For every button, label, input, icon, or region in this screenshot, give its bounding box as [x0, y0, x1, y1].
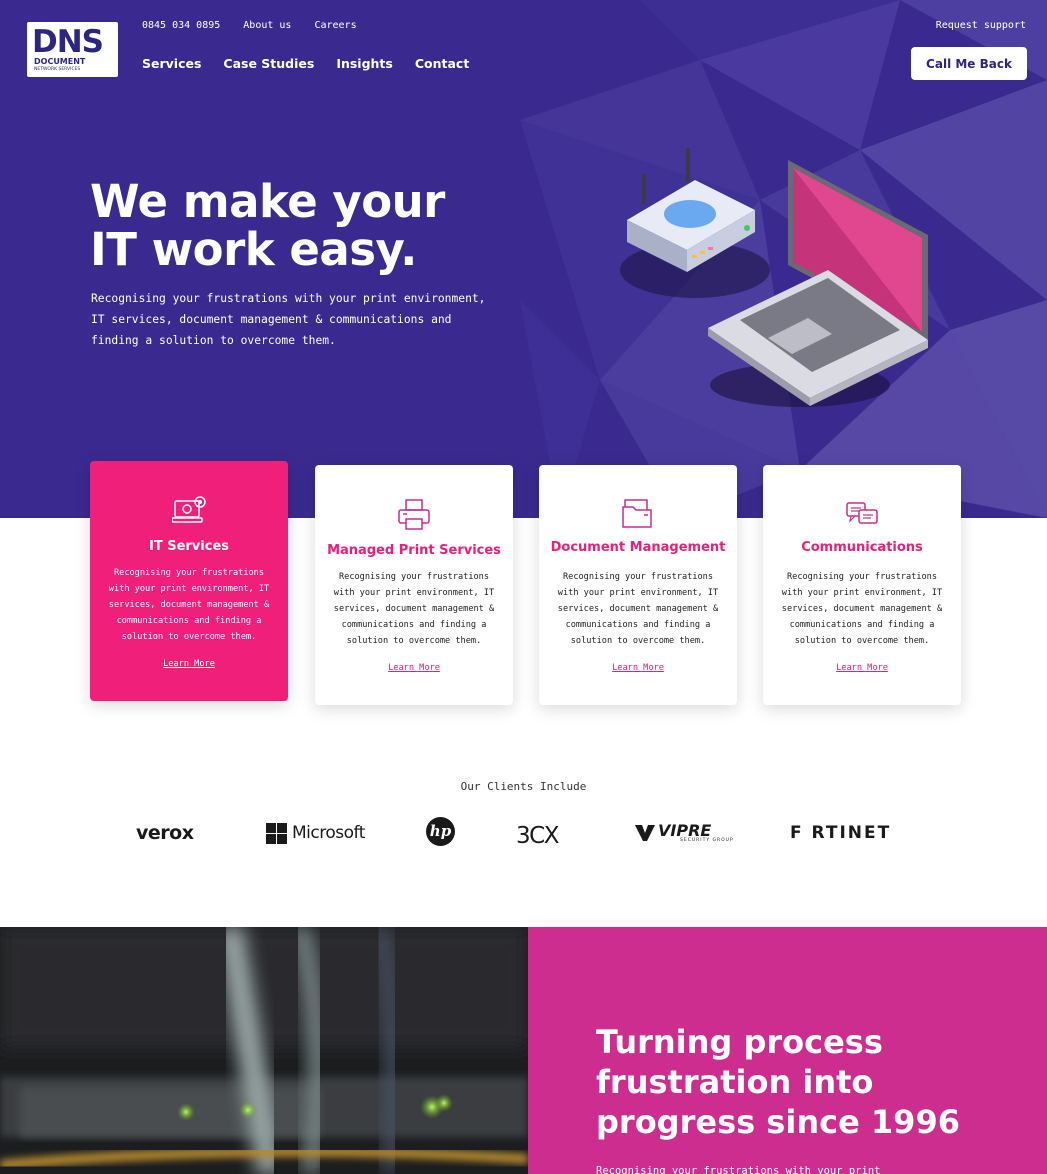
hero-text-line-3: finding a solution to overcome them.	[91, 334, 336, 347]
card-text-line: Recognising your frustrations	[338, 572, 490, 582]
3cx-logo: 3CX	[516, 821, 559, 851]
main-nav: Services Case Studies Insights Contact	[142, 56, 469, 71]
fortinet-logo: F RTINET	[790, 818, 891, 848]
call-me-back-button[interactable]: Call Me Back	[911, 47, 1027, 80]
printer-icon	[398, 499, 430, 530]
about-link[interactable]: About us	[243, 20, 291, 31]
learn-more-link[interactable]: Learn More	[315, 663, 513, 673]
service-card-document-management[interactable]: Document Management Recognising your fru…	[539, 465, 737, 705]
card-description: Recognising your frustrations with your …	[779, 569, 945, 649]
card-text-line: solution to overcome them.	[794, 636, 930, 646]
logo-line-document: DOCUMENT	[34, 57, 86, 66]
laptop-gear-icon	[172, 496, 206, 523]
microsoft-logo: Microsoft	[266, 818, 365, 848]
hero-description: Recognising your frustrations with your …	[91, 288, 511, 351]
card-text-line: solution to overcome them.	[121, 632, 257, 642]
hp-circle: hp	[426, 816, 455, 846]
learn-more-link[interactable]: Learn More	[90, 659, 288, 669]
hp-wordmark: hp	[429, 822, 452, 840]
hero-text-line-1: Recognising your frustrations with your …	[91, 292, 486, 305]
phone-link[interactable]: 0845 034 0895	[142, 20, 220, 31]
card-text-line: Recognising your frustrations	[562, 572, 714, 582]
card-text-line: solution to overcome them.	[570, 636, 706, 646]
xerox-wordmark: verox	[136, 822, 194, 844]
blurred-network-image	[0, 927, 528, 1174]
card-title: Communications	[801, 540, 923, 555]
card-text-line: with your print environment, IT	[108, 584, 270, 594]
service-card-managed-print[interactable]: Managed Print Services Recognising your …	[315, 465, 513, 705]
nav-insights[interactable]: Insights	[336, 56, 393, 71]
vipre-subline: SECURITY GROUP	[680, 837, 734, 843]
hero-section: DNS DOCUMENT NETWORK SERVICES 0845 034 0…	[0, 0, 1047, 518]
nav-case-studies[interactable]: Case Studies	[223, 56, 314, 71]
card-text-line: communications and finding a	[341, 620, 487, 630]
card-title: IT Services	[148, 539, 229, 554]
card-text-line: Recognising your frustrations	[113, 568, 265, 578]
card-text-line: services, document management &	[781, 604, 943, 614]
learn-more-link[interactable]: Learn More	[539, 663, 737, 673]
careers-link[interactable]: Careers	[314, 20, 356, 31]
service-card-communications[interactable]: Communications Recognising your frustrat…	[763, 465, 961, 705]
chat-bubbles-icon	[846, 502, 878, 524]
logo-line-network: NETWORK SERVICES	[34, 67, 81, 72]
nav-services[interactable]: Services	[142, 56, 201, 71]
card-text-line: services, document management &	[333, 604, 495, 614]
card-text-line: with your print environment, IT	[333, 588, 495, 598]
microsoft-squares-icon	[266, 822, 287, 844]
card-text-line: communications and finding a	[789, 620, 935, 630]
request-support-link[interactable]: Request support	[936, 20, 1026, 31]
card-text-line: Recognising your frustrations	[786, 572, 938, 582]
folder-icon	[622, 499, 652, 528]
history-line-3: progress since 1996	[596, 1103, 960, 1141]
hero-title-line-2: IT work easy.	[90, 223, 417, 276]
card-title: Managed Print Services	[327, 543, 501, 558]
history-line-1: Turning process	[596, 1023, 883, 1061]
card-description: Recognising your frustrations with your …	[555, 569, 721, 649]
hp-logo: hp	[426, 816, 455, 846]
card-text-line: solution to overcome them.	[346, 636, 482, 646]
microsoft-wordmark: Microsoft	[292, 823, 365, 843]
card-title: Document Management	[550, 540, 726, 555]
vipre-text: VIPRE SECURITY GROUP	[658, 820, 734, 844]
card-text-line: with your print environment, IT	[781, 588, 943, 598]
xerox-logo: verox	[136, 818, 194, 848]
card-description: Recognising your frustrations with your …	[331, 569, 497, 649]
card-text-line: services, document management &	[557, 604, 719, 614]
network-cables-photo	[0, 927, 528, 1174]
vipre-v-icon	[635, 825, 655, 841]
3cx-wordmark: 3CX	[516, 823, 559, 849]
top-links: 0845 034 0895 About us Careers	[142, 20, 357, 31]
fortinet-wordmark: F RTINET	[790, 823, 892, 843]
card-description: Recognising your frustrations with your …	[106, 565, 272, 645]
router-laptop-illustration	[620, 148, 928, 407]
service-card-it[interactable]: IT Services Recognising your frustration…	[90, 461, 288, 701]
vipre-logo: VIPRE SECURITY GROUP	[635, 818, 734, 848]
clients-heading: Our Clients Include	[460, 780, 587, 793]
history-headline: Turning process frustration into progres…	[596, 1022, 1016, 1142]
hero-text-line-2: IT services, document management & commu…	[91, 313, 452, 326]
learn-more-link[interactable]: Learn More	[763, 663, 961, 673]
logo-wordmark: DNS	[32, 24, 104, 60]
nav-contact[interactable]: Contact	[415, 56, 469, 71]
dns-logo[interactable]: DNS DOCUMENT NETWORK SERVICES	[27, 22, 118, 77]
history-panel: Turning process frustration into progres…	[528, 927, 1047, 1174]
card-text-line: services, document management &	[108, 600, 270, 610]
history-line-2: frustration into	[596, 1063, 874, 1101]
hero-headline: We make your IT work easy.	[90, 178, 445, 274]
hero-title-line-1: We make your	[90, 175, 445, 228]
vipre-wordmark: VIPRE	[658, 820, 712, 840]
card-text-line: with your print environment, IT	[557, 588, 719, 598]
card-text-line: communications and finding a	[565, 620, 711, 630]
history-text: Recognising your frustrations with your …	[596, 1165, 881, 1174]
card-text-line: communications and finding a	[116, 616, 262, 626]
